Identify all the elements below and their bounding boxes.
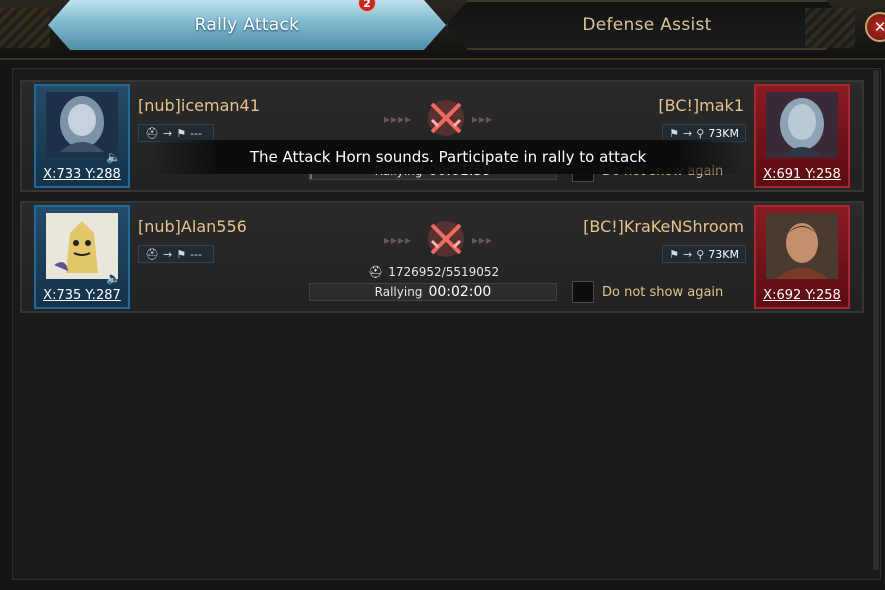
target-name: [BC!]mak1 [658,96,744,115]
flag-icon: ⚑ [669,247,680,261]
flag-icon: ⚑ [176,247,187,261]
target-name: [BC!]KraKeNShroom [583,217,744,236]
route-value: --- [190,126,202,140]
speaker-icon[interactable]: 🔈 [106,271,122,287]
target-coordinates[interactable]: X:691 Y:258 [756,167,848,182]
leader-coordinates[interactable]: X:733 Y:288 [36,167,128,182]
scroll-thumb[interactable] [873,70,879,570]
route-value: --- [190,247,202,261]
do-not-show-label: Do not show again [602,285,724,300]
close-icon: ✕ [873,18,885,36]
helmet-icon: ⛑ [368,265,384,279]
crossed-swords-icon [428,100,464,136]
arrow-right-icon: → [162,247,173,261]
rally-card[interactable]: 🔈 X:733 Y:288 [nub]iceman41 ⛑ → ⚑ --- ▸▸… [20,80,864,192]
location-pin-icon: ⚲ [696,126,705,140]
troop-count: ⛑ 1726952/5519052 [368,265,499,279]
ornament-left [0,8,50,48]
leader-portrait-icon [46,213,118,279]
do-not-show-checkbox[interactable] [572,281,594,303]
target-portrait-icon [766,92,838,158]
crossed-swords-icon [428,221,464,257]
leader-route: ⛑ → ⚑ --- [138,245,214,263]
leader-portrait-icon [46,92,118,158]
rally-card[interactable]: 🔈 X:735 Y:287 [nub]Alan556 ⛑ → ⚑ --- ▸▸▸… [20,201,864,313]
arrow-right-icon: → [162,126,173,140]
target-avatar[interactable]: X:691 Y:258 [754,84,850,188]
target-avatar[interactable]: X:692 Y:258 [754,205,850,309]
flag-icon: ⚑ [669,126,680,140]
rally-timer: 00:02:00 [428,284,492,300]
rally-progress-bar: Rallying 00:02:00 [309,283,557,301]
arrow-right-icon: → [683,126,693,140]
tab-rally-attack-label: Rally Attack [194,15,300,35]
helmet-icon: ⛑ [145,126,159,140]
arrows-right-icon: ▸▸▸ [472,112,494,126]
target-portrait-icon [766,213,838,279]
target-route: ⚑ → ⚲ 73KM [662,245,746,263]
arrows-left-icon: ▸▸▸▸ [384,233,413,247]
troop-count-value: 1726952/5519052 [388,265,500,279]
helmet-icon: ⛑ [145,247,159,261]
location-pin-icon: ⚲ [696,247,705,261]
tab-bar: Rally Attack 2 Defense Assist ✕ [0,0,885,60]
flag-icon: ⚑ [176,126,187,140]
close-button[interactable]: ✕ [865,12,885,42]
arrows-left-icon: ▸▸▸▸ [384,112,413,126]
attack-horn-tooltip: The Attack Horn sounds. Participate in r… [150,140,746,174]
leader-name: [nub]Alan556 [138,217,247,236]
target-coordinates[interactable]: X:692 Y:258 [756,288,848,303]
scrollbar[interactable] [873,70,879,570]
tab-defense-assist[interactable]: Defense Assist [446,0,848,50]
tab-defense-assist-label: Defense Assist [582,15,712,35]
leader-avatar[interactable]: 🔈 X:733 Y:288 [34,84,130,188]
tab-rally-attack[interactable]: Rally Attack [48,0,446,50]
arrows-right-icon: ▸▸▸ [472,233,494,247]
rally-status: Rallying [374,285,423,299]
speaker-icon[interactable]: 🔈 [106,150,122,166]
distance: 73KM [708,126,739,140]
ornament-right [805,8,855,48]
leader-coordinates[interactable]: X:735 Y:287 [36,288,128,303]
distance: 73KM [708,247,739,261]
leader-avatar[interactable]: 🔈 X:735 Y:287 [34,205,130,309]
arrow-right-icon: → [683,247,693,261]
leader-name: [nub]iceman41 [138,96,260,115]
